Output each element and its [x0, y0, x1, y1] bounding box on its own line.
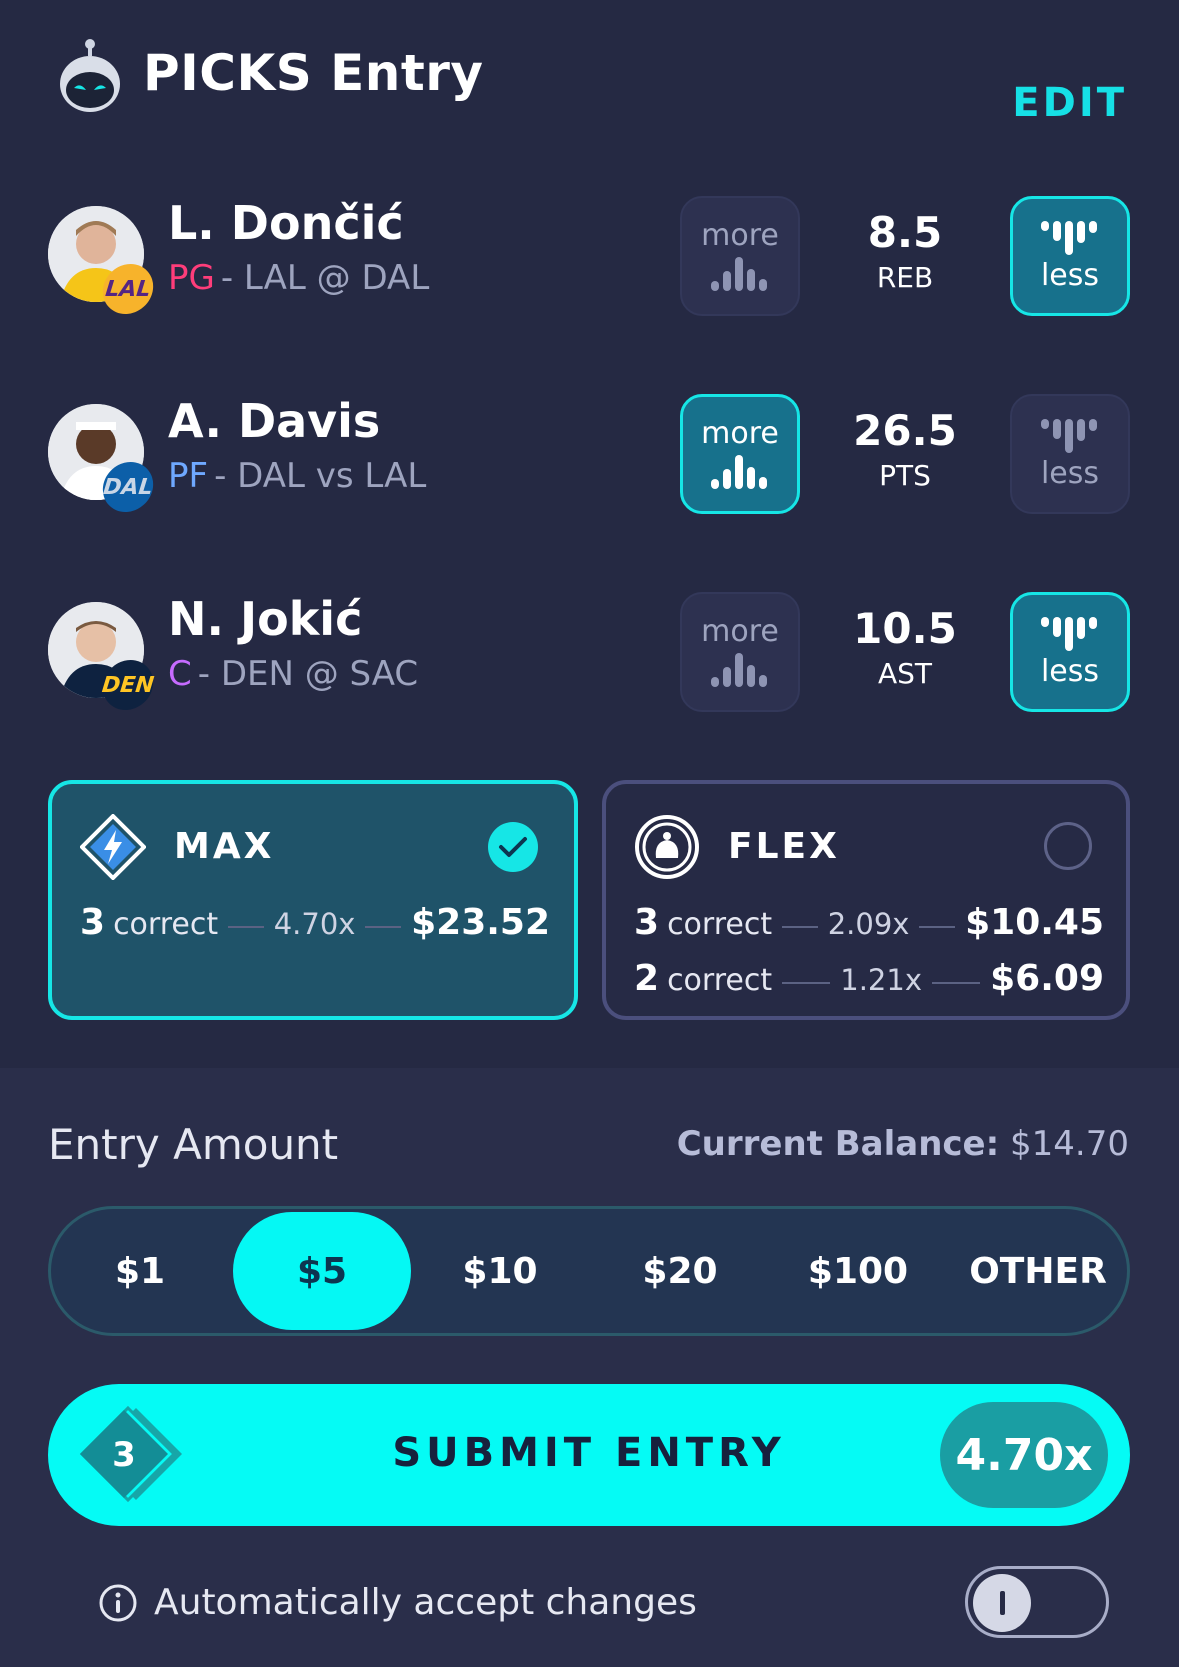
payout-amount: $6.09 [990, 958, 1104, 999]
player-name: N. Jokić [168, 592, 363, 646]
stat-line: 8.5 REB [820, 208, 990, 294]
amount-option-selected[interactable]: $5 [233, 1212, 411, 1330]
payout-row: 3 correct 4.70x $23.52 [80, 902, 550, 943]
less-button[interactable]: less [1010, 196, 1130, 316]
less-label: less [1040, 258, 1100, 293]
amount-selector: $1 $5 $10 $20 $100 OTHER [48, 1206, 1130, 1336]
divider [919, 926, 956, 928]
less-label: less [1040, 654, 1100, 689]
player-matchup: - LAL @ DAL [220, 258, 430, 298]
player-meta: PG - LAL @ DAL [168, 258, 429, 298]
player-position: C [168, 654, 192, 694]
less-button[interactable]: less [1010, 592, 1130, 712]
more-label: more [701, 416, 779, 451]
divider [931, 982, 981, 984]
submit-entry-button[interactable]: 3 SUBMIT ENTRY 4.70x [48, 1384, 1130, 1526]
payout-word: correct [113, 907, 219, 942]
less-button[interactable]: less [1010, 394, 1130, 514]
player-position: PF [168, 456, 209, 496]
amount-option-other[interactable]: OTHER [949, 1209, 1127, 1333]
auto-accept-label: Automatically accept changes [154, 1582, 697, 1623]
entry-amount-label: Entry Amount [48, 1120, 339, 1169]
flex-label: FLEX [728, 826, 840, 867]
bars-down-icon [1041, 221, 1097, 255]
stat-value: 8.5 [867, 208, 943, 257]
amount-option[interactable]: $1 [51, 1209, 229, 1333]
submit-multiplier: 4.70x [940, 1402, 1108, 1508]
bars-up-icon [711, 257, 767, 291]
stat-type: AST [877, 657, 933, 690]
player-row: LAL L. Dončić PG - LAL @ DAL more 8.5 REB… [0, 196, 1179, 326]
less-label: less [1040, 456, 1100, 491]
payout-row: 3 correct 2.09x $10.45 [634, 902, 1104, 943]
edit-button[interactable]: EDIT [1012, 80, 1127, 126]
more-button[interactable]: more [680, 394, 800, 514]
divider [365, 926, 402, 928]
stat-type: REB [876, 261, 934, 294]
stat-value: 26.5 [853, 406, 957, 455]
balance-value: $14.70 [1010, 1124, 1129, 1164]
payout-count: 2 [634, 958, 660, 999]
bars-up-icon [711, 653, 767, 687]
flex-card[interactable]: FLEX 3 correct 2.09x $10.45 2 correct 1.… [602, 780, 1130, 1020]
player-matchup: - DEN @ SAC [197, 654, 419, 694]
amount-option[interactable]: $10 [411, 1209, 589, 1333]
max-label: MAX [174, 826, 275, 867]
more-button[interactable]: more [680, 592, 800, 712]
page-title: PICKS Entry [143, 44, 484, 102]
radio-button[interactable] [1044, 822, 1092, 870]
bars-up-icon [711, 455, 767, 489]
stat-type: PTS [879, 459, 931, 492]
more-label: more [701, 218, 779, 253]
payout-multiplier: 4.70x [273, 907, 356, 941]
payout-amount: $23.52 [411, 902, 551, 943]
player-name: A. Davis [168, 394, 381, 448]
player-meta: C- DEN @ SAC [168, 654, 418, 694]
info-icon[interactable] [98, 1583, 138, 1623]
divider [782, 926, 818, 928]
payout-multiplier: 2.09x [827, 907, 910, 941]
bars-down-icon [1041, 419, 1097, 453]
max-card[interactable]: MAX 3 correct 4.70x $23.52 [48, 780, 578, 1020]
more-button[interactable]: more [680, 196, 800, 316]
payout-multiplier: 1.21x [840, 963, 922, 997]
stat-line: 26.5 PTS [820, 406, 990, 492]
auto-accept-toggle[interactable] [965, 1566, 1109, 1638]
payout-word: correct [667, 963, 773, 998]
balance-label: Current Balance: [676, 1124, 1000, 1164]
flex-ring-icon [635, 815, 699, 879]
payout-row: 2 correct 1.21x $6.09 [634, 958, 1104, 999]
check-icon [488, 822, 538, 872]
robot-logo-icon [60, 39, 120, 112]
payout-word: correct [667, 907, 773, 942]
stat-line: 10.5 AST [820, 604, 990, 690]
current-balance: Current Balance: $14.70 [677, 1124, 1129, 1164]
payout-count: 3 [634, 902, 660, 943]
amount-option[interactable]: $20 [591, 1209, 769, 1333]
player-position: PG [168, 258, 215, 298]
player-meta: PF - DAL vs LAL [168, 456, 426, 496]
divider [228, 926, 264, 928]
player-matchup: - DAL vs LAL [214, 456, 427, 496]
player-name: L. Dončić [168, 196, 404, 250]
lightning-diamond-icon [80, 814, 146, 880]
amount-option[interactable]: $100 [769, 1209, 947, 1333]
player-row: DEN N. Jokić C- DEN @ SAC more 10.5 AST … [0, 592, 1179, 722]
payout-count: 3 [80, 902, 106, 943]
stat-value: 10.5 [853, 604, 957, 653]
more-label: more [701, 614, 779, 649]
bars-down-icon [1041, 617, 1097, 651]
divider [782, 982, 831, 984]
player-row: DAL A. Davis PF - DAL vs LAL more 26.5 PT… [0, 394, 1179, 524]
payout-amount: $10.45 [965, 902, 1105, 943]
toggle-knob [973, 1574, 1031, 1632]
auto-accept-row: Automatically accept changes [98, 1582, 697, 1623]
